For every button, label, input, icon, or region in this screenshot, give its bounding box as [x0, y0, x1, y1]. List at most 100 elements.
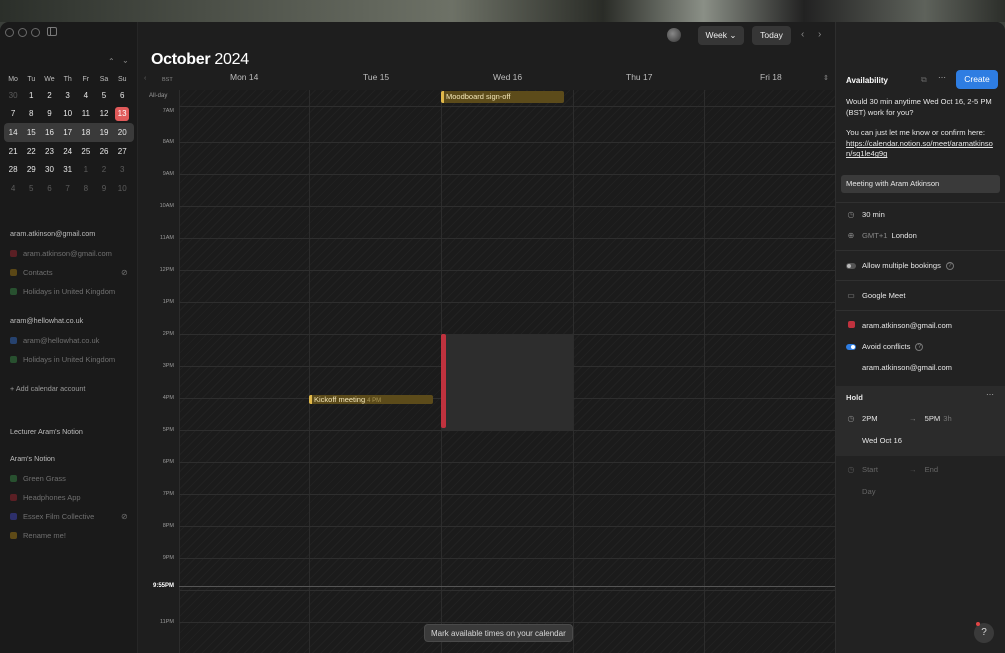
conflict-calendar[interactable]: aram.atkinson@gmail.com	[862, 363, 952, 372]
mini-calendar-day[interactable]: 7	[59, 184, 77, 193]
zoom-window-button[interactable]	[31, 28, 40, 37]
mini-calendar-day[interactable]: 19	[95, 128, 113, 137]
event-kickoff-meeting[interactable]: Kickoff meeting 4 PM	[309, 395, 433, 404]
hidden-eye-icon[interactable]: ⊘	[121, 268, 128, 277]
mini-calendar-day[interactable]: 10	[113, 184, 131, 193]
timezone-row[interactable]: ⊕ GMT+1 London	[846, 231, 917, 240]
help-circle-icon[interactable]: ?	[915, 342, 924, 351]
day-header[interactable]: Tue 15	[363, 72, 389, 82]
next-month-icon[interactable]: ⌃	[122, 55, 129, 64]
meeting-name-input[interactable]: Meeting with Aram Atkinson	[841, 175, 1000, 193]
mini-calendar-day[interactable]: 4	[77, 91, 95, 100]
mini-calendar-today[interactable]: 13	[115, 106, 130, 121]
mini-calendar-day[interactable]: 30	[4, 91, 22, 100]
mini-calendar-day[interactable]: 8	[77, 184, 95, 193]
mini-calendar-day[interactable]: 17	[59, 128, 77, 137]
end-placeholder[interactable]: End	[925, 465, 939, 474]
availability-message[interactable]: Would 30 min anytime Wed Oct 16, 2-5 PM …	[846, 97, 998, 160]
mini-calendar-day[interactable]: 7	[4, 109, 22, 118]
mini-calendar-day[interactable]: 14	[4, 128, 22, 137]
mini-calendar-day[interactable]: 30	[40, 165, 58, 174]
mini-calendar-day[interactable]: 2	[40, 91, 58, 100]
mini-calendar-day[interactable]: 25	[77, 147, 95, 156]
calendar-item[interactable]: Headphones App	[10, 493, 81, 502]
day-header[interactable]: Fri 18	[760, 72, 782, 82]
mini-calendar-day[interactable]: 26	[95, 147, 113, 156]
hold-time-row[interactable]: ◷ 2PM → 5PM 3h	[846, 414, 952, 423]
hold-start[interactable]: 2PM	[862, 414, 909, 423]
more-options-icon[interactable]: ⋯	[938, 73, 946, 82]
start-placeholder[interactable]: Start	[862, 465, 909, 474]
mini-calendar-day[interactable]: 31	[59, 165, 77, 174]
calendar-row[interactable]: aram.atkinson@gmail.com	[846, 321, 952, 330]
mini-calendar-day[interactable]: 8	[22, 109, 40, 118]
mini-calendar-day[interactable]: 3	[59, 91, 77, 100]
calendar-item[interactable]: Holidays in United Kingdom	[10, 287, 115, 296]
calendar-item[interactable]: aram.atkinson@gmail.com	[10, 249, 112, 258]
close-window-button[interactable]	[5, 28, 14, 37]
sidebar-toggle-icon[interactable]	[47, 27, 57, 36]
mini-calendar-day[interactable]: 23	[40, 147, 58, 156]
mini-calendar-day[interactable]: 24	[59, 147, 77, 156]
mini-calendar-day[interactable]: 20	[113, 128, 131, 137]
conferencing-row[interactable]: ▭ Google Meet	[846, 291, 905, 300]
mini-calendar-day[interactable]: 18	[77, 128, 95, 137]
hold-date[interactable]: Wed Oct 16	[862, 436, 902, 445]
mini-calendar-day[interactable]: 9	[40, 109, 58, 118]
day-header[interactable]: Wed 16	[493, 72, 522, 82]
mini-calendar-day[interactable]: 10	[59, 109, 77, 118]
more-options-icon[interactable]: ⋯	[986, 390, 994, 399]
next-week-icon[interactable]: ›	[818, 29, 821, 40]
mini-calendar-day[interactable]: 21	[4, 147, 22, 156]
mini-calendar-day[interactable]: 5	[22, 184, 40, 193]
prev-week-icon[interactable]: ‹	[801, 29, 804, 40]
copy-icon[interactable]: ⧉	[921, 75, 927, 85]
help-button[interactable]: ?	[974, 623, 994, 643]
mini-calendar-day[interactable]: 15	[22, 128, 40, 137]
mini-calendar-day[interactable]: 27	[113, 147, 131, 156]
hold-end[interactable]: 5PM	[925, 414, 941, 423]
mini-calendar-day[interactable]: 3	[113, 165, 131, 174]
avoid-conflicts-row[interactable]: Avoid conflicts?	[846, 342, 924, 351]
mini-calendar-day[interactable]: 28	[4, 165, 22, 174]
duration-row[interactable]: ◷ 30 min	[846, 210, 885, 219]
calendar-item[interactable]: aram@hellowhat.co.uk	[10, 336, 99, 345]
mini-calendar-day[interactable]: 1	[22, 91, 40, 100]
mini-calendar-day[interactable]: 1	[77, 165, 95, 174]
add-calendar-account[interactable]: + Add calendar account	[10, 384, 85, 393]
new-slot-row[interactable]: ◷ Start → End	[846, 465, 939, 474]
mini-calendar-day[interactable]: 29	[22, 165, 40, 174]
avatar[interactable]	[667, 28, 681, 42]
help-circle-icon[interactable]: ?	[945, 261, 954, 270]
prev-month-icon[interactable]: ⌃	[108, 57, 115, 66]
hidden-eye-icon[interactable]: ⊘	[121, 512, 128, 521]
mini-calendar-day[interactable]: 12	[95, 109, 113, 118]
mini-calendar-day[interactable]: 6	[113, 91, 131, 100]
expand-icon[interactable]: ⇕	[823, 74, 829, 82]
mini-calendar-day[interactable]: 9	[95, 184, 113, 193]
availability-hold-block[interactable]	[441, 334, 573, 430]
calendar-item[interactable]: Green Grass	[10, 474, 66, 483]
today-button[interactable]: Today	[752, 26, 791, 45]
allow-multiple-row[interactable]: Allow multiple bookings?	[846, 261, 954, 270]
mini-calendar-day[interactable]: 2	[95, 165, 113, 174]
mini-calendar-day[interactable]: 16	[40, 128, 58, 137]
day-header[interactable]: Mon 14	[230, 72, 258, 82]
minimize-window-button[interactable]	[18, 28, 27, 37]
mini-calendar-day[interactable]: 6	[40, 184, 58, 193]
calendar-item[interactable]: Holidays in United Kingdom	[10, 355, 115, 364]
mini-calendar-day[interactable]: 22	[22, 147, 40, 156]
view-selector[interactable]: Week ⌄	[698, 26, 744, 45]
allow-multiple-toggle[interactable]	[846, 262, 856, 269]
mini-calendar-day[interactable]: 4	[4, 184, 22, 193]
mini-calendar-day[interactable]: 5	[95, 91, 113, 100]
avoid-conflicts-toggle[interactable]	[846, 343, 856, 350]
calendar-item[interactable]: Contacts	[10, 268, 53, 277]
day-header[interactable]: Thu 17	[626, 72, 652, 82]
create-button[interactable]: Create	[956, 70, 998, 89]
day-placeholder[interactable]: Day	[862, 487, 876, 496]
mini-calendar-day[interactable]: 11	[77, 109, 95, 118]
calendar-item[interactable]: Rename me!	[10, 531, 66, 540]
booking-link[interactable]: https://calendar.notion.so/meet/aramatki…	[846, 139, 998, 160]
allday-event[interactable]: Moodboard sign-off	[441, 91, 564, 103]
